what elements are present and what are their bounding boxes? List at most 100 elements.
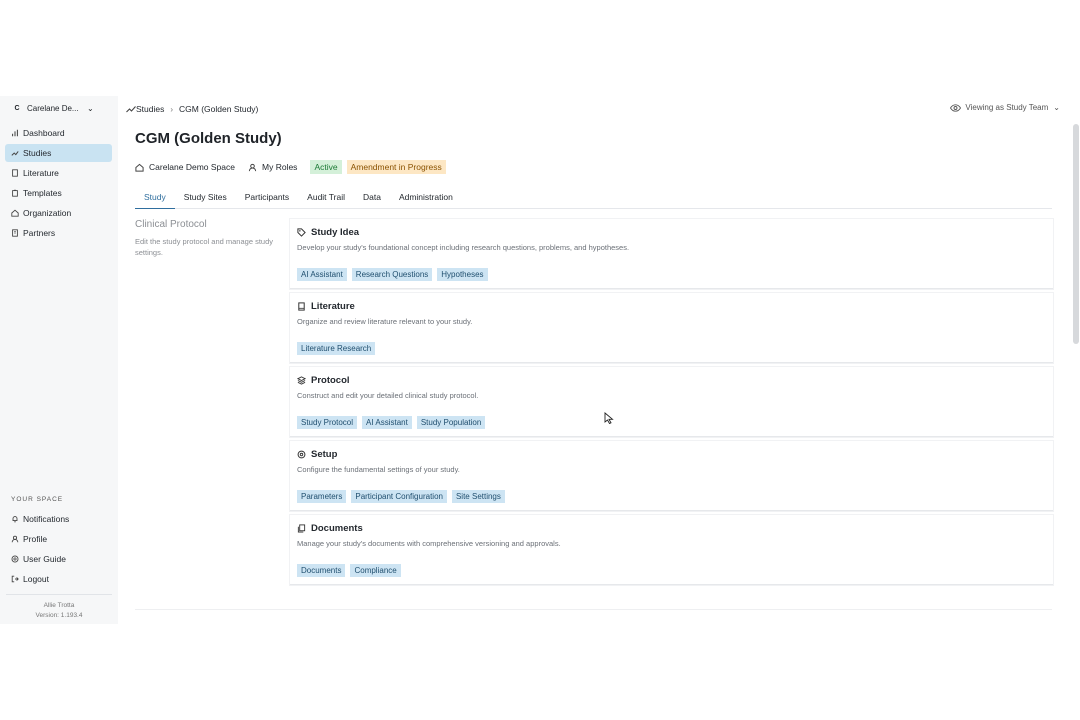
tab-administration[interactable]: Administration — [390, 188, 462, 209]
sidebar-item-organization[interactable]: Organization — [5, 204, 112, 222]
tab-study[interactable]: Study — [135, 188, 175, 209]
my-roles-label: My Roles — [262, 162, 298, 172]
main-content: Studies › CGM (Golden Study) Viewing as … — [118, 96, 1080, 624]
layers-icon — [297, 376, 306, 385]
sidebar-item-label: Organization — [23, 208, 72, 218]
study-meta: Carelane Demo Space My Roles Active Amen… — [135, 160, 446, 174]
workspace-avatar: C — [14, 104, 20, 112]
book-icon — [11, 169, 23, 177]
space-link[interactable]: Carelane Demo Space — [135, 162, 235, 172]
chip-compliance[interactable]: Compliance — [350, 564, 401, 577]
view-as-dropdown[interactable]: Viewing as Study Team ⌄ — [950, 103, 1060, 112]
sidebar-item-label: Notifications — [23, 514, 70, 524]
chip-hypotheses[interactable]: Hypotheses — [437, 268, 488, 281]
sidebar-item-label: Literature — [23, 168, 59, 178]
tab-data[interactable]: Data — [354, 188, 390, 209]
sidebar-item-user-guide[interactable]: User Guide — [5, 550, 112, 568]
chip-study-protocol[interactable]: Study Protocol — [297, 416, 358, 429]
space-name: Carelane Demo Space — [149, 162, 235, 172]
card-documents[interactable]: Documents Manage your study's documents … — [290, 515, 1053, 585]
tab-participants[interactable]: Participants — [236, 188, 298, 209]
gear-icon — [297, 450, 306, 459]
chip-group: Study Protocol AI Assistant Study Popula… — [297, 416, 490, 429]
trend-icon — [126, 106, 136, 113]
sidebar-item-label: Partners — [23, 228, 56, 238]
card-setup[interactable]: Setup Configure the fundamental settings… — [290, 441, 1053, 511]
sidebar-item-profile[interactable]: Profile — [5, 530, 112, 548]
scrollbar[interactable] — [1073, 124, 1079, 344]
card-title-row: Setup — [297, 449, 1046, 460]
bell-icon — [11, 515, 23, 523]
sidebar-item-notifications[interactable]: Notifications — [5, 510, 112, 528]
card-description: Construct and edit your detailed clinica… — [297, 391, 479, 400]
sidebar-footer: Allie Trotta Version: 1.193.4 — [6, 594, 112, 621]
chip-group: AI Assistant Research Questions Hypothes… — [297, 268, 493, 281]
chip-documents[interactable]: Documents — [297, 564, 346, 577]
view-as-label: Viewing as Study Team — [965, 103, 1049, 112]
card-title-row: Literature — [297, 301, 1046, 312]
mouse-cursor-icon — [604, 412, 614, 424]
home-icon — [135, 163, 144, 172]
bar-chart-icon — [11, 129, 23, 137]
chip-ai-assistant[interactable]: AI Assistant — [297, 268, 347, 281]
section-title: Clinical Protocol — [135, 219, 207, 230]
card-list: Study Idea Develop your study's foundati… — [290, 219, 1053, 589]
sidebar-item-templates[interactable]: Templates — [5, 184, 112, 202]
card-title: Literature — [311, 301, 355, 312]
documents-icon — [297, 524, 306, 533]
chevron-right-icon: › — [170, 104, 174, 114]
chip-group: Literature Research — [297, 342, 380, 355]
page-title: CGM (Golden Study) — [135, 130, 282, 147]
sidebar-item-logout[interactable]: Logout — [5, 570, 112, 588]
chip-research-questions[interactable]: Research Questions — [351, 268, 433, 281]
chip-literature-research[interactable]: Literature Research — [297, 342, 376, 355]
sidebar-item-label: Studies — [23, 148, 52, 158]
sidebar-item-studies[interactable]: Studies — [5, 144, 112, 162]
my-roles-button[interactable]: My Roles — [248, 162, 297, 172]
sidebar: C Carelane De... ⌄ Dashboard Studies Lit… — [0, 96, 118, 624]
breadcrumb: Studies › CGM (Golden Study) — [118, 96, 1080, 122]
card-title: Documents — [311, 523, 363, 534]
breadcrumb-studies[interactable]: Studies — [126, 104, 164, 114]
sidebar-item-literature[interactable]: Literature — [5, 164, 112, 182]
chip-group: Documents Compliance — [297, 564, 406, 577]
chip-participant-configuration[interactable]: Participant Configuration — [351, 490, 447, 503]
card-literature[interactable]: Literature Organize and review literatur… — [290, 293, 1053, 363]
chip-site-settings[interactable]: Site Settings — [451, 490, 505, 503]
sidebar-item-label: Profile — [23, 534, 48, 544]
tab-study-sites[interactable]: Study Sites — [175, 188, 236, 209]
sidebar-item-label: Templates — [23, 188, 62, 198]
breadcrumb-current: CGM (Golden Study) — [179, 104, 259, 114]
card-title: Protocol — [311, 375, 350, 386]
card-study-idea[interactable]: Study Idea Develop your study's foundati… — [290, 219, 1053, 289]
sidebar-item-partners[interactable]: Partners — [5, 224, 112, 242]
workspace-name: Carelane De... — [27, 103, 79, 113]
bottom-nav: Notifications Profile User Guide Logout — [0, 510, 118, 590]
card-description: Develop your study's foundational concep… — [297, 243, 630, 252]
amendment-badge: Amendment in Progress — [346, 160, 446, 174]
chip-study-population[interactable]: Study Population — [416, 416, 486, 429]
book-icon — [298, 302, 305, 311]
chip-ai-assistant[interactable]: AI Assistant — [362, 416, 412, 429]
status-badge: Active — [310, 160, 342, 174]
workspace-switcher[interactable]: C Carelane De... ⌄ — [8, 96, 118, 120]
chevron-down-icon: ⌄ — [87, 103, 94, 113]
card-protocol[interactable]: Protocol Construct and edit your detaile… — [290, 367, 1053, 437]
tab-audit-trail[interactable]: Audit Trail — [298, 188, 354, 209]
card-title: Setup — [311, 449, 338, 460]
chip-parameters[interactable]: Parameters — [297, 490, 347, 503]
tag-icon — [297, 228, 306, 237]
trend-icon — [11, 149, 23, 157]
study-tabs: Study Study Sites Participants Audit Tra… — [135, 188, 1052, 209]
eye-icon — [950, 103, 962, 112]
app-version: Version: 1.193.4 — [35, 612, 83, 619]
breadcrumb-label: Studies — [136, 104, 165, 114]
app-window: C Carelane De... ⌄ Dashboard Studies Lit… — [0, 96, 1080, 624]
help-icon — [11, 555, 23, 563]
user-icon — [248, 163, 257, 171]
card-description: Configure the fundamental settings of yo… — [297, 465, 460, 474]
sidebar-item-dashboard[interactable]: Dashboard — [5, 124, 112, 142]
logout-icon — [11, 575, 23, 583]
home-icon — [11, 209, 23, 217]
card-description: Manage your study's documents with compr… — [297, 539, 561, 548]
